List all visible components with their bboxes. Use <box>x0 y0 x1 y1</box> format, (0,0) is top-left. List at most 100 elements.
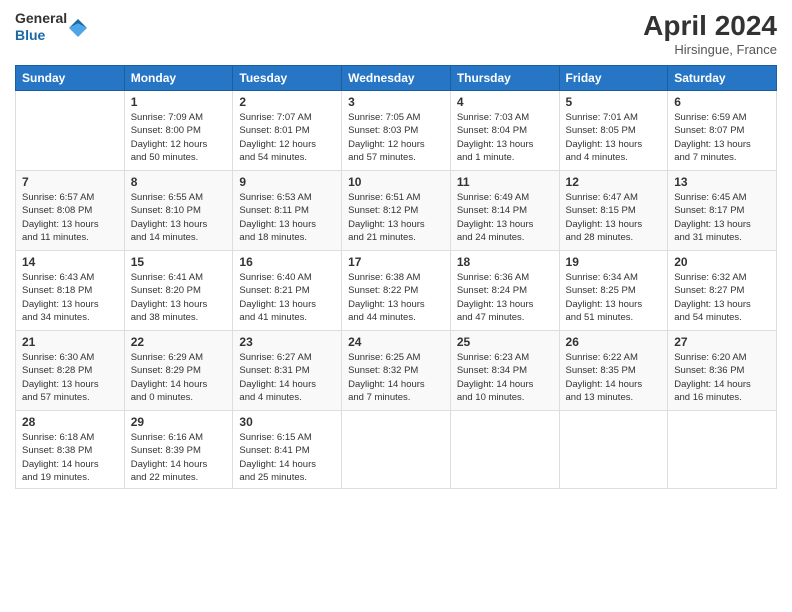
header-friday: Friday <box>559 66 668 91</box>
header-tuesday: Tuesday <box>233 66 342 91</box>
day-number: 19 <box>566 255 662 269</box>
table-row: 7 Sunrise: 6:57 AMSunset: 8:08 PMDaylight… <box>16 171 125 251</box>
table-row: 20 Sunrise: 6:32 AMSunset: 8:27 PMDayligh… <box>668 251 777 331</box>
day-info: Sunrise: 6:40 AMSunset: 8:21 PMDaylight:… <box>239 271 335 324</box>
table-row: 9 Sunrise: 6:53 AMSunset: 8:11 PMDaylight… <box>233 171 342 251</box>
calendar-table: Sunday Monday Tuesday Wednesday Thursday… <box>15 65 777 489</box>
day-number: 2 <box>239 95 335 109</box>
header-sunday: Sunday <box>16 66 125 91</box>
day-info: Sunrise: 6:43 AMSunset: 8:18 PMDaylight:… <box>22 271 118 324</box>
day-info: Sunrise: 6:16 AMSunset: 8:39 PMDaylight:… <box>131 431 227 484</box>
table-row: 25 Sunrise: 6:23 AMSunset: 8:34 PMDayligh… <box>450 331 559 411</box>
table-row <box>16 91 125 171</box>
logo: General Blue <box>15 10 87 44</box>
day-info: Sunrise: 7:03 AMSunset: 8:04 PMDaylight:… <box>457 111 553 164</box>
table-row: 19 Sunrise: 6:34 AMSunset: 8:25 PMDayligh… <box>559 251 668 331</box>
day-info: Sunrise: 6:49 AMSunset: 8:14 PMDaylight:… <box>457 191 553 244</box>
table-row: 17 Sunrise: 6:38 AMSunset: 8:22 PMDayligh… <box>342 251 451 331</box>
day-info: Sunrise: 6:45 AMSunset: 8:17 PMDaylight:… <box>674 191 770 244</box>
day-number: 18 <box>457 255 553 269</box>
table-row: 18 Sunrise: 6:36 AMSunset: 8:24 PMDayligh… <box>450 251 559 331</box>
header-thursday: Thursday <box>450 66 559 91</box>
table-row: 11 Sunrise: 6:49 AMSunset: 8:14 PMDayligh… <box>450 171 559 251</box>
table-row <box>342 411 451 489</box>
header: General Blue April 2024 Hirsingue, Franc… <box>15 10 777 57</box>
day-info: Sunrise: 6:57 AMSunset: 8:08 PMDaylight:… <box>22 191 118 244</box>
day-info: Sunrise: 6:27 AMSunset: 8:31 PMDaylight:… <box>239 351 335 404</box>
day-number: 17 <box>348 255 444 269</box>
table-row: 24Sunrise: 6:25 AMSunset: 8:32 PMDayligh… <box>342 331 451 411</box>
day-info: Sunrise: 7:07 AMSunset: 8:01 PMDaylight:… <box>239 111 335 164</box>
day-info: Sunrise: 6:32 AMSunset: 8:27 PMDaylight:… <box>674 271 770 324</box>
table-row: 30 Sunrise: 6:15 AMSunset: 8:41 PMDayligh… <box>233 411 342 489</box>
day-info: Sunrise: 6:18 AMSunset: 8:38 PMDaylight:… <box>22 431 118 484</box>
table-row: 23 Sunrise: 6:27 AMSunset: 8:31 PMDayligh… <box>233 331 342 411</box>
day-number: 15 <box>131 255 227 269</box>
day-info: Sunrise: 6:51 AMSunset: 8:12 PMDaylight:… <box>348 191 444 244</box>
table-row: 29 Sunrise: 6:16 AMSunset: 8:39 PMDayligh… <box>124 411 233 489</box>
day-number: 30 <box>239 415 335 429</box>
header-saturday: Saturday <box>668 66 777 91</box>
table-row: 27Sunrise: 6:20 AMSunset: 8:36 PMDayligh… <box>668 331 777 411</box>
day-info: Sunrise: 6:34 AMSunset: 8:25 PMDaylight:… <box>566 271 662 324</box>
table-row: 16 Sunrise: 6:40 AMSunset: 8:21 PMDayligh… <box>233 251 342 331</box>
location: Hirsingue, France <box>643 42 777 57</box>
table-row: 6Sunrise: 6:59 AMSunset: 8:07 PMDaylight… <box>668 91 777 171</box>
table-row <box>559 411 668 489</box>
month-title: April 2024 <box>643 10 777 42</box>
day-info: Sunrise: 6:23 AMSunset: 8:34 PMDaylight:… <box>457 351 553 404</box>
table-row: 1 Sunrise: 7:09 AMSunset: 8:00 PMDaylight… <box>124 91 233 171</box>
logo-blue-text: Blue <box>15 27 67 44</box>
day-number: 22 <box>131 335 227 349</box>
calendar-header-row: Sunday Monday Tuesday Wednesday Thursday… <box>16 66 777 91</box>
day-number: 12 <box>566 175 662 189</box>
day-number: 26 <box>566 335 662 349</box>
day-number: 24 <box>348 335 444 349</box>
day-info: Sunrise: 6:38 AMSunset: 8:22 PMDaylight:… <box>348 271 444 324</box>
day-info: Sunrise: 6:47 AMSunset: 8:15 PMDaylight:… <box>566 191 662 244</box>
day-number: 9 <box>239 175 335 189</box>
day-number: 8 <box>131 175 227 189</box>
day-number: 11 <box>457 175 553 189</box>
day-info: Sunrise: 6:36 AMSunset: 8:24 PMDaylight:… <box>457 271 553 324</box>
day-info: Sunrise: 6:41 AMSunset: 8:20 PMDaylight:… <box>131 271 227 324</box>
header-wednesday: Wednesday <box>342 66 451 91</box>
day-info: Sunrise: 6:53 AMSunset: 8:11 PMDaylight:… <box>239 191 335 244</box>
table-row <box>450 411 559 489</box>
day-number: 16 <box>239 255 335 269</box>
day-number: 23 <box>239 335 335 349</box>
table-row: 3Sunrise: 7:05 AMSunset: 8:03 PMDaylight… <box>342 91 451 171</box>
day-number: 25 <box>457 335 553 349</box>
day-number: 21 <box>22 335 118 349</box>
table-row: 13 Sunrise: 6:45 AMSunset: 8:17 PMDayligh… <box>668 171 777 251</box>
day-number: 7 <box>22 175 118 189</box>
page: General Blue April 2024 Hirsingue, Franc… <box>0 0 792 612</box>
table-row: 2 Sunrise: 7:07 AMSunset: 8:01 PMDaylight… <box>233 91 342 171</box>
day-info: Sunrise: 6:15 AMSunset: 8:41 PMDaylight:… <box>239 431 335 484</box>
table-row: 26Sunrise: 6:22 AMSunset: 8:35 PMDayligh… <box>559 331 668 411</box>
table-row: 21 Sunrise: 6:30 AMSunset: 8:28 PMDayligh… <box>16 331 125 411</box>
day-number: 10 <box>348 175 444 189</box>
day-number: 20 <box>674 255 770 269</box>
title-section: April 2024 Hirsingue, France <box>643 10 777 57</box>
day-info: Sunrise: 6:29 AMSunset: 8:29 PMDaylight:… <box>131 351 227 404</box>
table-row: 15 Sunrise: 6:41 AMSunset: 8:20 PMDayligh… <box>124 251 233 331</box>
table-row: 5Sunrise: 7:01 AMSunset: 8:05 PMDaylight… <box>559 91 668 171</box>
day-number: 14 <box>22 255 118 269</box>
table-row: 12 Sunrise: 6:47 AMSunset: 8:15 PMDayligh… <box>559 171 668 251</box>
day-number: 29 <box>131 415 227 429</box>
table-row <box>668 411 777 489</box>
table-row: 8 Sunrise: 6:55 AMSunset: 8:10 PMDaylight… <box>124 171 233 251</box>
table-row: 14 Sunrise: 6:43 AMSunset: 8:18 PMDayligh… <box>16 251 125 331</box>
header-monday: Monday <box>124 66 233 91</box>
day-info: Sunrise: 7:09 AMSunset: 8:00 PMDaylight:… <box>131 111 227 164</box>
day-info: Sunrise: 6:59 AMSunset: 8:07 PMDaylight:… <box>674 111 770 164</box>
day-number: 1 <box>131 95 227 109</box>
table-row: 22 Sunrise: 6:29 AMSunset: 8:29 PMDayligh… <box>124 331 233 411</box>
day-info: Sunrise: 6:55 AMSunset: 8:10 PMDaylight:… <box>131 191 227 244</box>
day-number: 13 <box>674 175 770 189</box>
table-row: 28Sunrise: 6:18 AMSunset: 8:38 PMDayligh… <box>16 411 125 489</box>
day-number: 27 <box>674 335 770 349</box>
day-info: Sunrise: 6:30 AMSunset: 8:28 PMDaylight:… <box>22 351 118 404</box>
day-number: 5 <box>566 95 662 109</box>
